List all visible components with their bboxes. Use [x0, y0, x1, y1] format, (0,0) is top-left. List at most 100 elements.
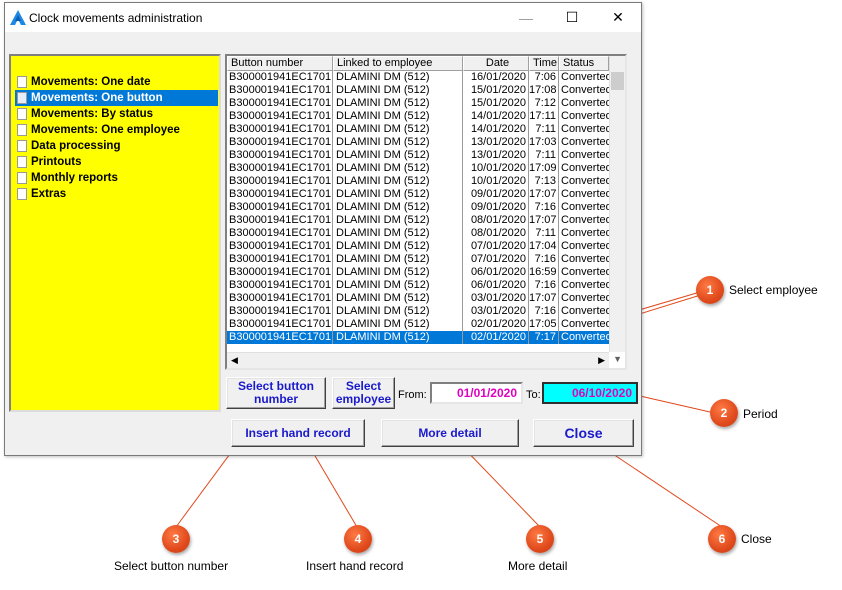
cell-employee: DLAMINI DM (512) — [333, 110, 463, 123]
menu-item[interactable]: Extras — [15, 186, 218, 202]
cell-employee: DLAMINI DM (512) — [333, 201, 463, 214]
table-row[interactable]: B300001941EC1701 DLAMINI DM (512) 09/01/20… — [227, 188, 609, 201]
menu-item-label: Movements: By status — [31, 108, 154, 120]
callout-3-badge: 3 — [162, 525, 190, 553]
cell-employee: DLAMINI DM (512) — [333, 162, 463, 175]
table-row[interactable]: B300001941EC1701 DLAMINI DM (512) 13/01/20… — [227, 136, 609, 149]
insert-hand-record-button[interactable]: Insert hand record — [231, 419, 365, 447]
cell-employee: DLAMINI DM (512) — [333, 318, 463, 331]
cell-status: Converted — [561, 123, 609, 135]
grid-body: B300001941EC1701 DLAMINI DM (512) 16/01/20… — [227, 71, 609, 351]
table-row[interactable]: B300001941EC1701 DLAMINI DM (512) 07/01/20… — [227, 253, 609, 266]
column-header-status[interactable]: Status — [559, 56, 609, 71]
table-row[interactable]: B300001941EC1701 DLAMINI DM (512) 15/01/20… — [227, 97, 609, 110]
menu-item[interactable]: Printouts — [15, 154, 218, 170]
horizontal-scrollbar[interactable]: ◀ ▶ — [227, 352, 609, 368]
cell-time: 7:13 — [529, 175, 559, 188]
cell-status: Converted — [561, 266, 609, 278]
table-row[interactable]: B300001941EC1701 DLAMINI DM (512) 02/01/20… — [227, 318, 609, 331]
cell-button-number: B300001941EC1701 — [229, 253, 333, 266]
column-header-date[interactable]: Date — [463, 56, 529, 71]
scroll-right-icon[interactable]: ▶ — [598, 355, 605, 366]
cell-date: 14/01/2020 — [463, 110, 529, 123]
menu-item-label: Movements: One date — [31, 76, 151, 88]
cell-date: 07/01/2020 — [463, 240, 529, 253]
menu-item[interactable]: Data processing — [15, 138, 218, 154]
from-date-field[interactable]: 01/01/2020 — [430, 382, 523, 404]
cell-date: 02/01/2020 — [463, 318, 529, 331]
table-row[interactable]: B300001941EC1701 DLAMINI DM (512) 14/01/20… — [227, 110, 609, 123]
cell-employee: DLAMINI DM (512) — [333, 305, 463, 318]
table-row[interactable]: B300001941EC1701 DLAMINI DM (512) 08/01/20… — [227, 214, 609, 227]
table-row[interactable]: B300001941EC1701 DLAMINI DM (512) 13/01/20… — [227, 149, 609, 162]
cell-employee: DLAMINI DM (512) — [333, 253, 463, 266]
table-row[interactable]: B300001941EC1701 DLAMINI DM (512) 15/01/20… — [227, 84, 609, 97]
column-header-time[interactable]: Time — [529, 56, 559, 71]
cell-time: 16:59 — [529, 266, 559, 279]
table-row[interactable]: B300001941EC1701 DLAMINI DM (512) 09/01/20… — [227, 201, 609, 214]
cell-employee: DLAMINI DM (512) — [333, 71, 463, 84]
cell-status: Converted — [561, 214, 609, 226]
cell-time: 7:16 — [529, 279, 559, 292]
cell-status: Converted — [561, 305, 609, 317]
cell-status: Converted — [561, 110, 609, 122]
cell-date: 14/01/2020 — [463, 123, 529, 136]
cell-date: 09/01/2020 — [463, 201, 529, 214]
cell-time: 7:11 — [529, 227, 559, 240]
cell-button-number: B300001941EC1701 — [229, 175, 333, 188]
scroll-down-icon[interactable]: ▼ — [613, 354, 622, 364]
window-title: Clock movements administration — [29, 11, 203, 25]
cell-time: 7:16 — [529, 253, 559, 266]
cell-date: 13/01/2020 — [463, 136, 529, 149]
cell-button-number: B300001941EC1701 — [229, 136, 333, 149]
table-row[interactable]: B300001941EC1701 DLAMINI DM (512) 03/01/20… — [227, 292, 609, 305]
table-row[interactable]: B300001941EC1701 DLAMINI DM (512) 02/01/20… — [227, 331, 609, 344]
cell-date: 10/01/2020 — [463, 162, 529, 175]
to-date-field[interactable]: 06/10/2020 — [542, 382, 638, 404]
cell-date: 10/01/2020 — [463, 175, 529, 188]
app-logo-icon — [10, 10, 26, 25]
select-employee-button[interactable]: Select employee — [332, 377, 395, 409]
table-row[interactable]: B300001941EC1701 DLAMINI DM (512) 08/01/20… — [227, 227, 609, 240]
table-row[interactable]: B300001941EC1701 DLAMINI DM (512) 07/01/20… — [227, 240, 609, 253]
cell-date: 16/01/2020 — [463, 71, 529, 84]
table-row[interactable]: B300001941EC1701 DLAMINI DM (512) 03/01/20… — [227, 305, 609, 318]
table-row[interactable]: B300001941EC1701 DLAMINI DM (512) 16/01/20… — [227, 71, 609, 84]
cell-date: 02/01/2020 — [463, 331, 529, 344]
table-row[interactable]: B300001941EC1701 DLAMINI DM (512) 14/01/20… — [227, 123, 609, 136]
column-header-button-number[interactable]: Button number — [227, 56, 333, 71]
cell-status: Converted — [561, 175, 609, 187]
close-window-button[interactable]: ✕ — [595, 3, 641, 32]
more-detail-button[interactable]: More detail — [381, 419, 519, 447]
document-icon — [17, 188, 27, 200]
cell-time: 7:11 — [529, 123, 559, 136]
cell-status: Converted — [561, 279, 609, 291]
vertical-scroll-thumb[interactable] — [611, 72, 624, 90]
table-row[interactable]: B300001941EC1701 DLAMINI DM (512) 10/01/20… — [227, 175, 609, 188]
table-row[interactable]: B300001941EC1701 DLAMINI DM (512) 06/01/20… — [227, 266, 609, 279]
movements-grid[interactable]: Button number Linked to employee Date Ti… — [225, 54, 627, 370]
menu-item[interactable]: Movements: By status — [15, 106, 218, 122]
minimize-button[interactable]: — — [503, 3, 549, 32]
column-header-linked-employee[interactable]: Linked to employee — [333, 56, 463, 71]
menu-item[interactable]: Movements: One button — [15, 90, 218, 106]
select-button-number-button[interactable]: Select button number — [226, 377, 326, 409]
table-row[interactable]: B300001941EC1701 DLAMINI DM (512) 06/01/20… — [227, 279, 609, 292]
cell-status: Converted — [561, 318, 609, 330]
title-bar[interactable]: Clock movements administration — ☐ ✕ — [5, 3, 641, 32]
scroll-left-icon[interactable]: ◀ — [231, 355, 238, 366]
menu-item[interactable]: Movements: One date — [15, 74, 218, 90]
table-row[interactable]: B300001941EC1701 DLAMINI DM (512) 10/01/20… — [227, 162, 609, 175]
menu-item[interactable]: Monthly reports — [15, 170, 218, 186]
close-button[interactable]: Close — [533, 419, 634, 447]
cell-button-number: B300001941EC1701 — [229, 279, 333, 292]
callout-1-label: Select employee — [729, 283, 818, 297]
cell-button-number: B300001941EC1701 — [229, 110, 333, 123]
maximize-button[interactable]: ☐ — [549, 3, 595, 32]
menu-item[interactable]: Movements: One employee — [15, 122, 218, 138]
callout-4-badge: 4 — [344, 525, 372, 553]
to-label: To: — [526, 389, 541, 401]
menu-item-label: Data processing — [31, 140, 121, 152]
cell-employee: DLAMINI DM (512) — [333, 97, 463, 110]
vertical-scrollbar[interactable] — [609, 56, 625, 352]
